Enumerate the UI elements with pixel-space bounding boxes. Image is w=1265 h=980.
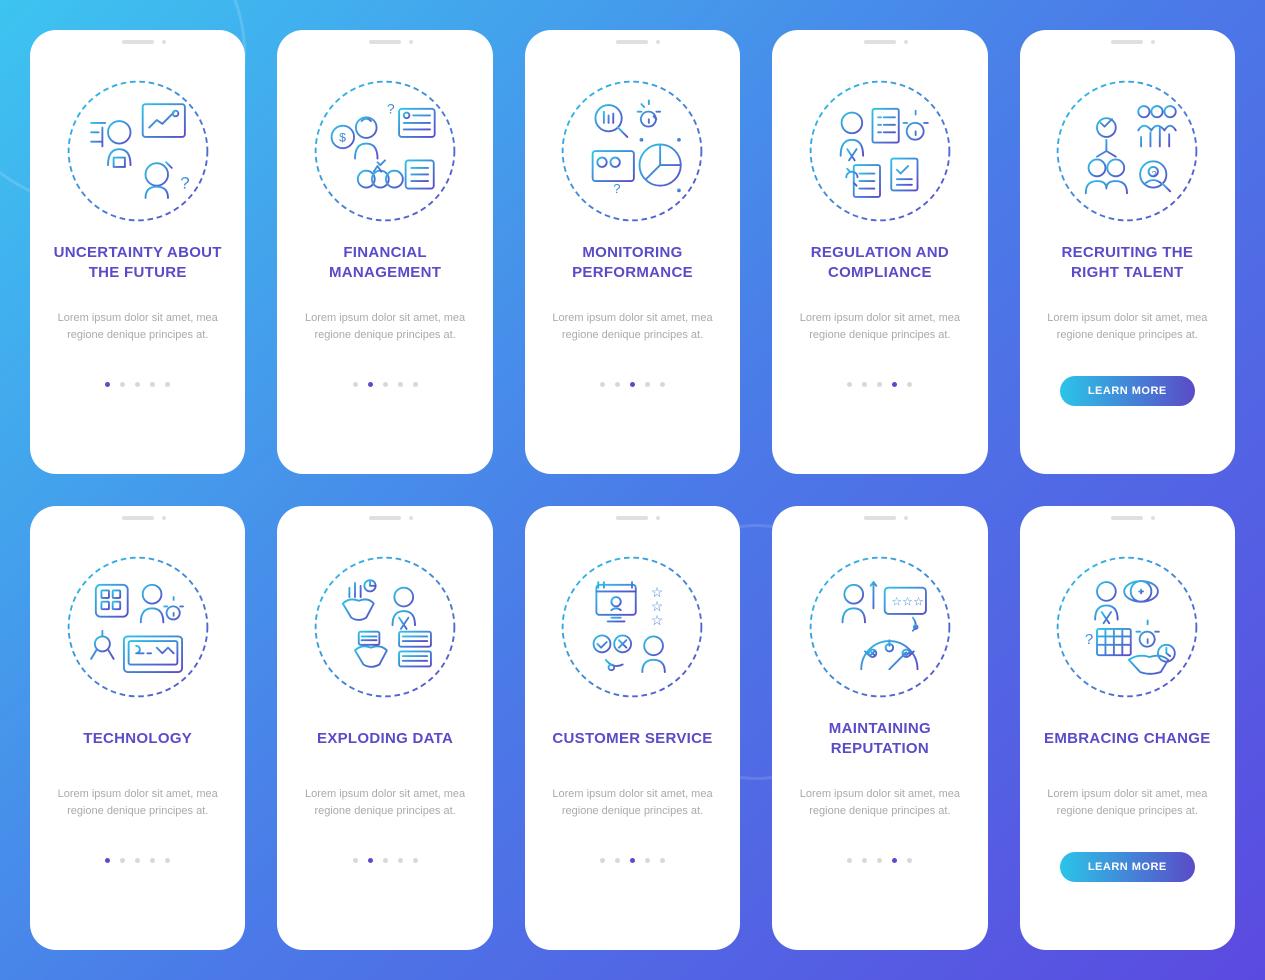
card-illustration-icon	[310, 552, 460, 702]
pagination-dot[interactable]	[165, 382, 170, 387]
pagination-dot[interactable]	[660, 382, 665, 387]
pagination-dot[interactable]	[877, 382, 882, 387]
onboarding-card-1: $? FINANCIALMANAGEMENT Lorem ipsum dolor s…	[277, 30, 492, 474]
pagination-dot[interactable]	[615, 382, 620, 387]
card-title: RECRUITING THERIGHT TALENT	[1061, 242, 1193, 284]
pagination-dot[interactable]	[368, 858, 373, 863]
pagination-dot[interactable]	[847, 858, 852, 863]
card-title: MONITORINGPERFORMANCE	[572, 242, 693, 284]
card-title: CUSTOMER SERVICE	[552, 718, 712, 760]
svg-text:$: $	[339, 131, 346, 145]
pagination-dots[interactable]	[847, 382, 912, 387]
onboarding-card-2: ? MONITORINGPERFORMANCE Lorem ipsum dolor …	[525, 30, 740, 474]
card-illustration-icon: ?	[557, 76, 707, 226]
card-title: EMBRACING CHANGE	[1044, 718, 1210, 760]
pagination-dot[interactable]	[877, 858, 882, 863]
card-description: Lorem ipsum dolor sit amet, mea regione …	[790, 310, 969, 358]
card-illustration-icon	[63, 552, 213, 702]
pagination-dot[interactable]	[120, 382, 125, 387]
svg-text:☆: ☆	[651, 612, 664, 628]
card-description: Lorem ipsum dolor sit amet, mea regione …	[48, 786, 227, 834]
card-illustration-icon: ?	[1052, 552, 1202, 702]
pagination-dot[interactable]	[398, 858, 403, 863]
card-illustration-icon: ☆☆☆	[805, 552, 955, 702]
card-description: Lorem ipsum dolor sit amet, mea regione …	[48, 310, 227, 358]
pagination-dots[interactable]	[353, 382, 418, 387]
pagination-dot[interactable]	[368, 382, 373, 387]
card-illustration-icon: ☆☆☆	[557, 552, 707, 702]
pagination-dot[interactable]	[150, 858, 155, 863]
onboarding-card-7: ☆☆☆ CUSTOMER SERVICE Lorem ipsum dolor sit…	[525, 506, 740, 950]
svg-text:?: ?	[614, 181, 621, 196]
svg-text:☆☆☆: ☆☆☆	[891, 594, 924, 608]
pagination-dot[interactable]	[600, 382, 605, 387]
pagination-dot[interactable]	[615, 858, 620, 863]
pagination-dot[interactable]	[413, 858, 418, 863]
onboarding-card-4: ? RECRUITING THERIGHT TALENT Lorem ipsum d…	[1020, 30, 1235, 474]
onboarding-card-6: EXPLODING DATA Lorem ipsum dolor sit amet…	[277, 506, 492, 950]
pagination-dot[interactable]	[150, 382, 155, 387]
pagination-dots[interactable]	[600, 382, 665, 387]
card-description: Lorem ipsum dolor sit amet, mea regione …	[543, 310, 722, 358]
card-description: Lorem ipsum dolor sit amet, mea regione …	[295, 786, 474, 834]
card-description: Lorem ipsum dolor sit amet, mea regione …	[790, 786, 969, 834]
card-title: UNCERTAINTY ABOUTTHE FUTURE	[54, 242, 222, 284]
pagination-dot[interactable]	[862, 382, 867, 387]
pagination-dot[interactable]	[862, 858, 867, 863]
pagination-dot[interactable]	[600, 858, 605, 863]
card-title: FINANCIALMANAGEMENT	[329, 242, 441, 284]
card-illustration-icon: ?	[1052, 76, 1202, 226]
svg-text:?: ?	[1085, 631, 1093, 648]
card-illustration-icon: ?	[63, 76, 213, 226]
pagination-dot[interactable]	[645, 382, 650, 387]
card-title: EXPLODING DATA	[317, 718, 453, 760]
card-illustration-icon	[805, 76, 955, 226]
svg-text:?: ?	[387, 101, 395, 117]
pagination-dot[interactable]	[353, 858, 358, 863]
onboarding-card-9: ? EMBRACING CHANGE Lorem ipsum dolor sit a…	[1020, 506, 1235, 950]
svg-text:?: ?	[1152, 169, 1157, 179]
card-illustration-icon: $?	[310, 76, 460, 226]
learn-more-button[interactable]: LEARN MORE	[1060, 852, 1195, 882]
card-title: REGULATION ANDCOMPLIANCE	[811, 242, 949, 284]
pagination-dots[interactable]	[105, 382, 170, 387]
onboarding-card-0: ? UNCERTAINTY ABOUTTHE FUTURE Lorem ipsum …	[30, 30, 245, 474]
card-description: Lorem ipsum dolor sit amet, mea regione …	[1038, 786, 1217, 834]
pagination-dot[interactable]	[135, 382, 140, 387]
pagination-dot[interactable]	[353, 382, 358, 387]
card-description: Lorem ipsum dolor sit amet, mea regione …	[1038, 310, 1217, 358]
pagination-dot[interactable]	[645, 858, 650, 863]
pagination-dot[interactable]	[847, 382, 852, 387]
pagination-dot[interactable]	[120, 858, 125, 863]
onboarding-card-5: TECHNOLOGY Lorem ipsum dolor sit amet, me…	[30, 506, 245, 950]
pagination-dot[interactable]	[383, 858, 388, 863]
pagination-dot[interactable]	[892, 382, 897, 387]
pagination-dot[interactable]	[105, 382, 110, 387]
pagination-dot[interactable]	[105, 858, 110, 863]
learn-more-button[interactable]: LEARN MORE	[1060, 376, 1195, 406]
pagination-dot[interactable]	[907, 382, 912, 387]
pagination-dots[interactable]	[353, 858, 418, 863]
card-description: Lorem ipsum dolor sit amet, mea regione …	[543, 786, 722, 834]
card-title: TECHNOLOGY	[83, 718, 192, 760]
pagination-dot[interactable]	[165, 858, 170, 863]
pagination-dot[interactable]	[907, 858, 912, 863]
pagination-dot[interactable]	[383, 382, 388, 387]
pagination-dot[interactable]	[630, 382, 635, 387]
pagination-dots[interactable]	[847, 858, 912, 863]
card-description: Lorem ipsum dolor sit amet, mea regione …	[295, 310, 474, 358]
onboarding-card-8: ☆☆☆ MAINTAININGREPUTATION Lorem ipsum dolo…	[772, 506, 987, 950]
onboarding-card-3: REGULATION ANDCOMPLIANCE Lorem ipsum dolo…	[772, 30, 987, 474]
pagination-dot[interactable]	[398, 382, 403, 387]
card-title: MAINTAININGREPUTATION	[829, 718, 931, 760]
pagination-dot[interactable]	[135, 858, 140, 863]
pagination-dots[interactable]	[105, 858, 170, 863]
pagination-dot[interactable]	[413, 382, 418, 387]
svg-text:?: ?	[180, 174, 189, 193]
pagination-dot[interactable]	[660, 858, 665, 863]
pagination-dot[interactable]	[630, 858, 635, 863]
pagination-dots[interactable]	[600, 858, 665, 863]
pagination-dot[interactable]	[892, 858, 897, 863]
